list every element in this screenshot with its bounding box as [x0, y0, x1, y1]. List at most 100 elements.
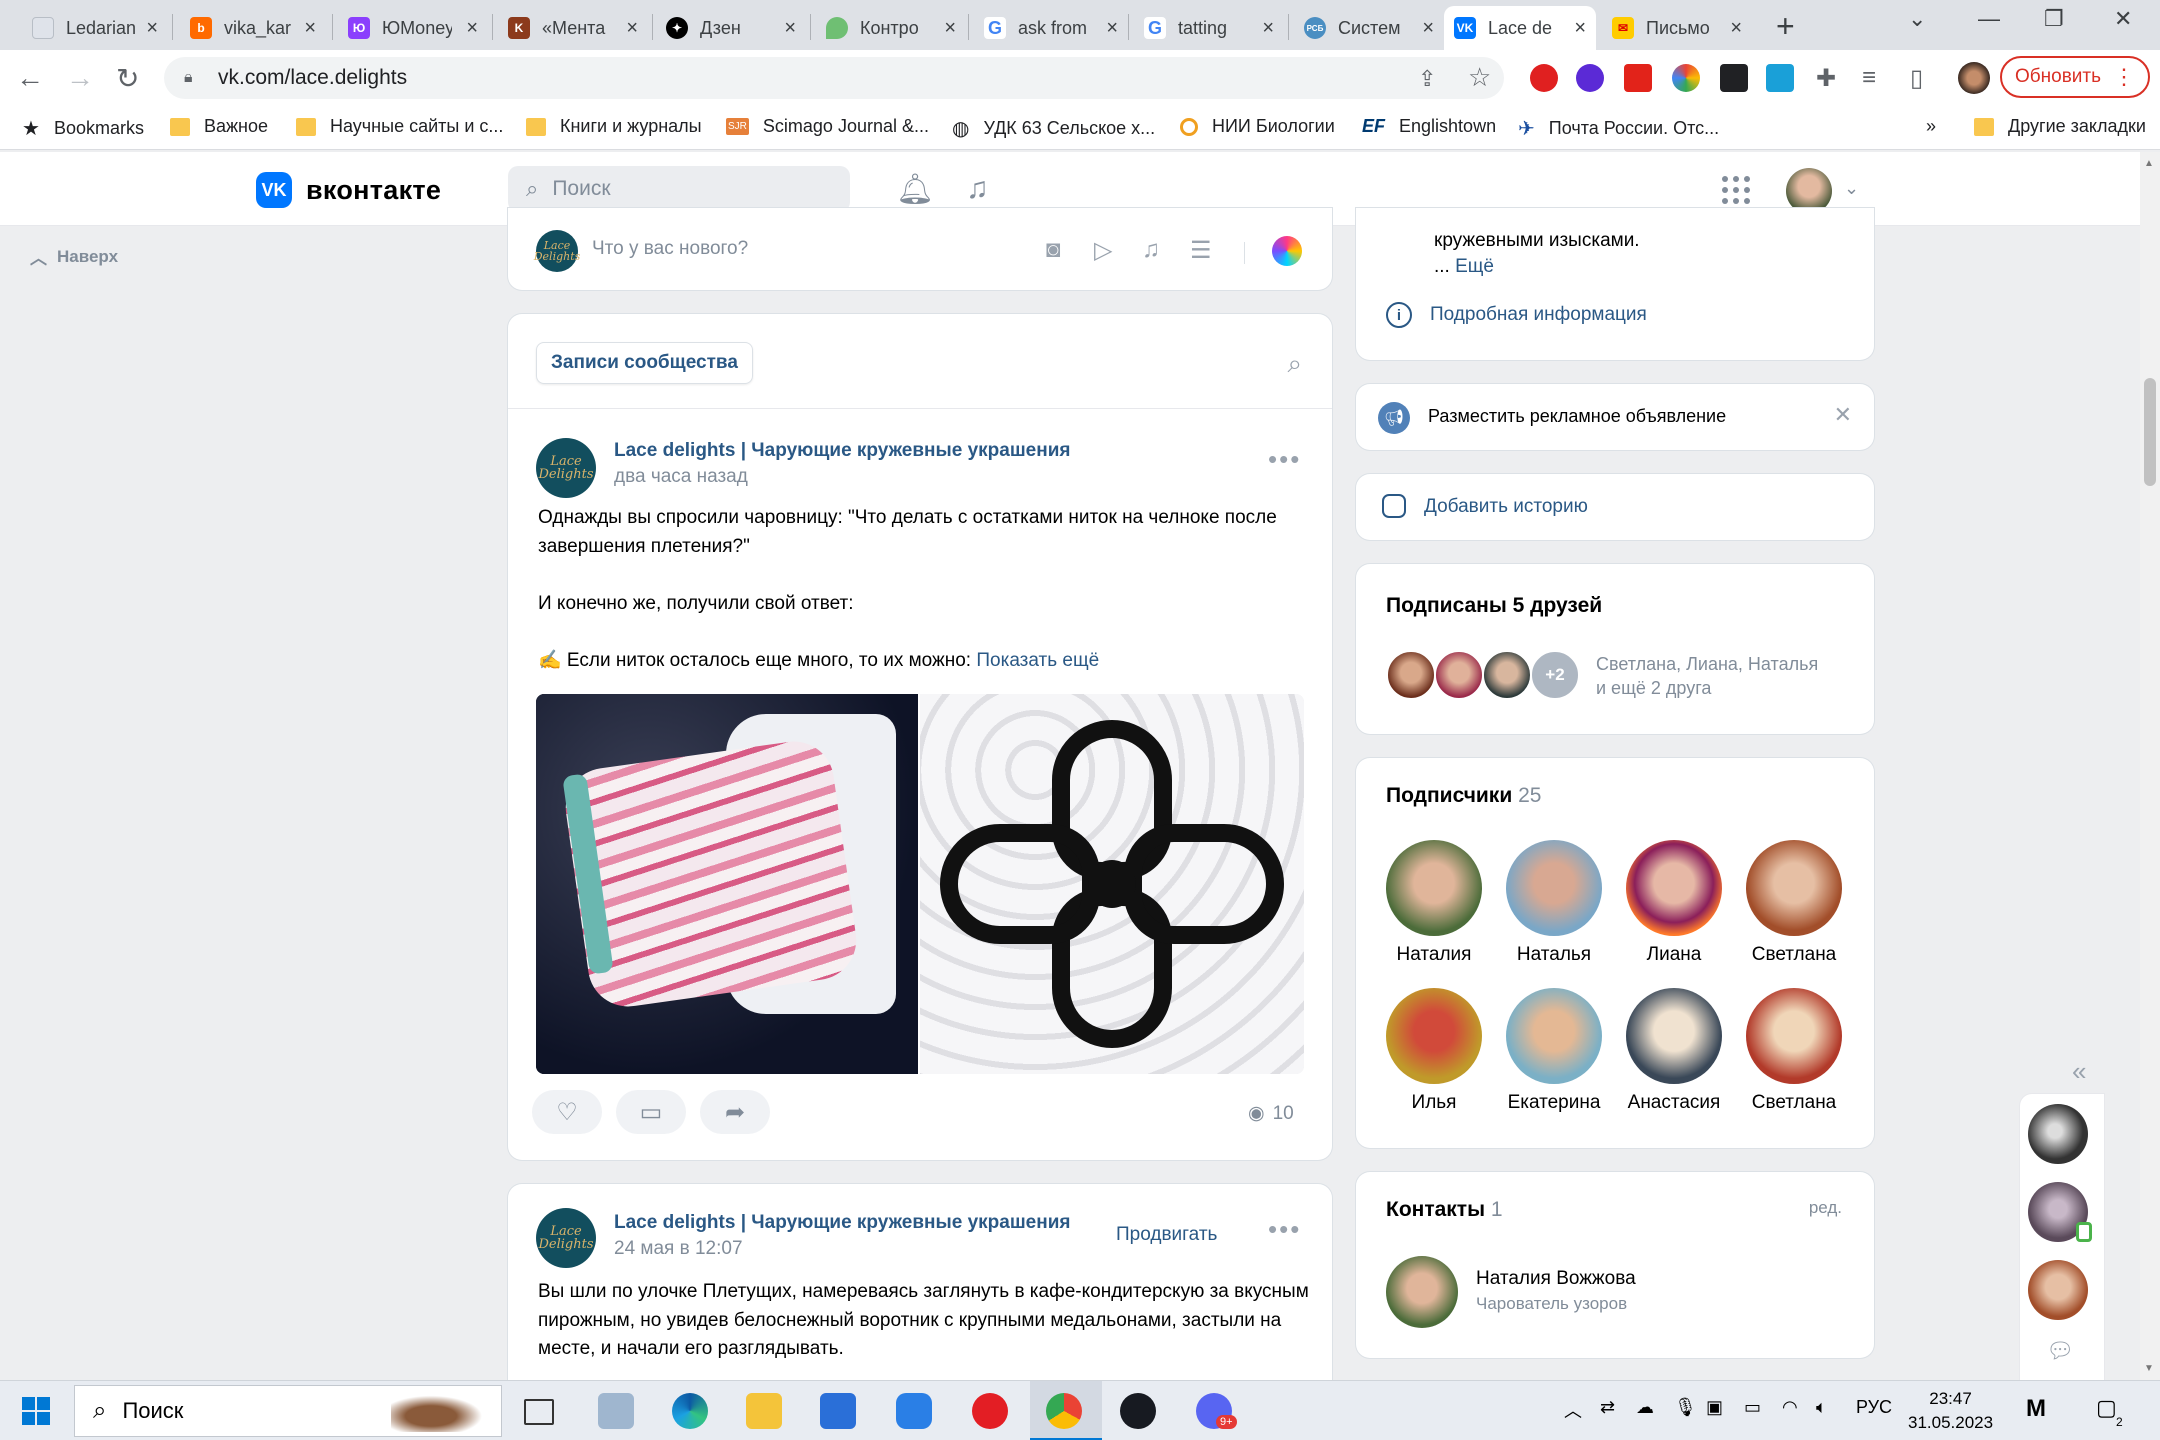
- apps-grid-icon[interactable]: [1722, 176, 1750, 204]
- close-icon[interactable]: ×: [146, 18, 158, 38]
- bell-icon[interactable]: 🔔︎: [896, 172, 934, 207]
- close-icon[interactable]: ×: [466, 18, 478, 38]
- close-icon[interactable]: ×: [1730, 18, 1742, 38]
- browser-tab[interactable]: Контро ×: [816, 6, 966, 50]
- screen-icon[interactable]: ▣: [1706, 1397, 1723, 1418]
- contacts-title[interactable]: Контакты 1: [1386, 1198, 1503, 1222]
- file-explorer-icon[interactable]: [746, 1393, 782, 1429]
- more-options-icon[interactable]: •••: [1268, 444, 1301, 475]
- post-photo-thread-spool[interactable]: [536, 694, 918, 1074]
- browser-tab[interactable]: G ask from ×: [974, 6, 1128, 50]
- star-icon[interactable]: ☆: [1468, 62, 1491, 93]
- chat-icon[interactable]: 💬︎: [2046, 1338, 2074, 1364]
- ad-card[interactable]: 📢︎ Разместить рекламное объявление ✕: [1356, 384, 1874, 450]
- avatar[interactable]: [2028, 1104, 2088, 1164]
- steam-icon[interactable]: [1120, 1393, 1156, 1429]
- more-link[interactable]: Ещё: [1455, 256, 1494, 277]
- browser-tab[interactable]: ✉ Письмо ×: [1602, 6, 1752, 50]
- sidepanel-icon[interactable]: ▯: [1910, 64, 1923, 93]
- update-button[interactable]: Обновить ⋮: [2000, 56, 2150, 98]
- bookmarks-overflow[interactable]: »: [1926, 116, 1936, 137]
- share-button[interactable]: ➦: [700, 1090, 770, 1134]
- chevron-down-icon[interactable]: ⌄: [1844, 178, 1859, 199]
- follower-name[interactable]: Наталия: [1374, 944, 1494, 966]
- avatar[interactable]: [1386, 988, 1482, 1084]
- windows-start-icon[interactable]: [22, 1397, 50, 1425]
- avatar[interactable]: [2028, 1260, 2088, 1320]
- bookmark-folder[interactable]: Важное: [170, 116, 268, 137]
- avatar[interactable]: [1386, 650, 1436, 700]
- browser-tab[interactable]: Ю ЮMoney ×: [338, 6, 488, 50]
- close-window-icon[interactable]: ✕: [2114, 6, 2132, 32]
- avatar[interactable]: [1746, 988, 1842, 1084]
- search-icon[interactable]: ⌕: [1287, 348, 1302, 380]
- post-time[interactable]: два часа назад: [614, 466, 1071, 488]
- more-friends-badge[interactable]: +2: [1530, 650, 1580, 700]
- bookmark-item[interactable]: EF Englishtown: [1362, 116, 1496, 137]
- address-bar[interactable]: 🔒︎ vk.com/lace.delights: [164, 57, 1504, 99]
- section-title[interactable]: Подписаны 5 друзей: [1386, 594, 1602, 618]
- follower-name[interactable]: Анастасия: [1614, 1092, 1734, 1114]
- avatar[interactable]: [1386, 840, 1482, 936]
- new-tab-button[interactable]: +: [1776, 8, 1795, 45]
- follower-name[interactable]: Наталья: [1494, 944, 1614, 966]
- follower-name[interactable]: Екатерина: [1494, 1092, 1614, 1114]
- reload-icon[interactable]: ↻: [116, 62, 139, 95]
- browser-tab[interactable]: b vika_kar ×: [180, 6, 326, 50]
- battery-icon[interactable]: ▭: [1744, 1397, 1761, 1418]
- extension-icon[interactable]: [1766, 64, 1794, 92]
- notification-icon[interactable]: ▢: [2096, 1395, 2117, 1421]
- extension-icon[interactable]: [1624, 64, 1652, 92]
- avatar[interactable]: [1746, 840, 1842, 936]
- avatar[interactable]: [1506, 840, 1602, 936]
- other-bookmarks[interactable]: Другие закладки: [1974, 116, 2146, 137]
- extension-icon[interactable]: [1530, 64, 1558, 92]
- share-icon[interactable]: ⇪: [1418, 66, 1436, 92]
- ai-assistant-icon[interactable]: [1272, 236, 1302, 266]
- close-icon[interactable]: ×: [1574, 18, 1586, 38]
- bookmark-item[interactable]: ★ Bookmarks: [22, 116, 144, 141]
- community-avatar[interactable]: Lace Delights: [536, 438, 596, 498]
- browser-tab[interactable]: Ledarian ×: [22, 6, 168, 50]
- wifi-icon[interactable]: ◠: [1782, 1397, 1798, 1418]
- promote-button[interactable]: Продвигать: [1116, 1224, 1217, 1246]
- avatar[interactable]: [1482, 650, 1532, 700]
- profile-avatar[interactable]: [1958, 62, 1990, 94]
- bookmark-item[interactable]: НИИ Биологии: [1180, 116, 1335, 137]
- playlist-icon[interactable]: ≡: [1862, 64, 1876, 92]
- chevron-up-icon[interactable]: ︿: [1564, 1397, 1582, 1423]
- bookmark-folder[interactable]: Научные сайты и с...: [296, 116, 503, 137]
- restore-icon[interactable]: ❐: [2044, 6, 2064, 32]
- browser-tab[interactable]: РСБ Систем ×: [1294, 6, 1444, 50]
- bookmark-item[interactable]: ✈ Почта России. Отс...: [1518, 116, 1719, 141]
- like-button[interactable]: ♡: [532, 1090, 602, 1134]
- vk-logo[interactable]: VK вконтакте: [256, 172, 441, 208]
- post-time[interactable]: 24 мая в 12:07: [614, 1238, 1071, 1260]
- avatar[interactable]: [1626, 840, 1722, 936]
- close-icon[interactable]: ×: [784, 18, 796, 38]
- follower-name[interactable]: Илья: [1374, 1092, 1494, 1114]
- bookmark-item[interactable]: SJR Scimago Journal &...: [726, 116, 929, 137]
- language-indicator[interactable]: РУС: [1856, 1397, 1892, 1418]
- add-story-card[interactable]: Добавить историю: [1356, 474, 1874, 540]
- volume-icon[interactable]: 🔈︎: [1816, 1397, 1827, 1418]
- browser-tab-active[interactable]: VK Lace de ×: [1444, 6, 1596, 50]
- yandex-icon[interactable]: [972, 1393, 1008, 1429]
- network-app-icon[interactable]: [598, 1393, 634, 1429]
- close-icon[interactable]: ×: [944, 18, 956, 38]
- browser-tab[interactable]: K «Мента ×: [498, 6, 648, 50]
- community-avatar[interactable]: Lace Delights: [536, 1208, 596, 1268]
- tray-icon[interactable]: ⇄: [1600, 1397, 1615, 1418]
- close-icon[interactable]: ×: [1262, 18, 1274, 38]
- back-to-top[interactable]: ︿ Наверх: [30, 244, 118, 269]
- close-icon[interactable]: ×: [304, 18, 316, 38]
- chat-app-icon[interactable]: [896, 1393, 932, 1429]
- comment-button[interactable]: ▭: [616, 1090, 686, 1134]
- edit-link[interactable]: ред.: [1809, 1198, 1842, 1218]
- collapse-chats-icon[interactable]: «: [2072, 1056, 2086, 1087]
- edge-icon[interactable]: [672, 1393, 708, 1429]
- contact-name[interactable]: Наталия Вожжова: [1476, 1268, 1636, 1290]
- follower-name[interactable]: Светлана: [1734, 944, 1854, 966]
- post-author[interactable]: Lace delights | Чарующие кружевные украш…: [614, 440, 1071, 462]
- extension-icon[interactable]: [1720, 64, 1748, 92]
